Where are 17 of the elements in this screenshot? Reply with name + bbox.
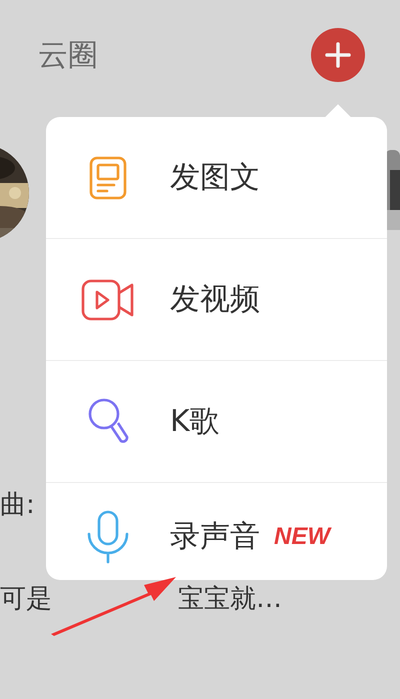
new-label: NEW (274, 522, 330, 552)
menu-item[interactable]: K歌 (46, 361, 387, 483)
menu-item[interactable]: 录声音 NEW (46, 483, 387, 580)
menu-item-label: K歌 (170, 403, 220, 441)
caption-text: 可是 (0, 583, 52, 616)
menu-item-label: 发视频 (170, 281, 260, 319)
plus-icon (325, 42, 351, 68)
caption-text: 宝宝就… (178, 583, 282, 616)
video-camera-icon (81, 278, 135, 320)
menu-item[interactable]: 发图文 (46, 117, 387, 239)
caption-text: 曲: (0, 489, 35, 522)
add-button[interactable] (311, 28, 365, 82)
menu-item-label: 发图文 (170, 159, 260, 197)
document-icon (89, 156, 127, 200)
screen-title: 云圈 (38, 37, 98, 75)
menu-item-label: 录声音 (170, 518, 260, 556)
menu-item[interactable]: 发视频 (46, 239, 387, 361)
